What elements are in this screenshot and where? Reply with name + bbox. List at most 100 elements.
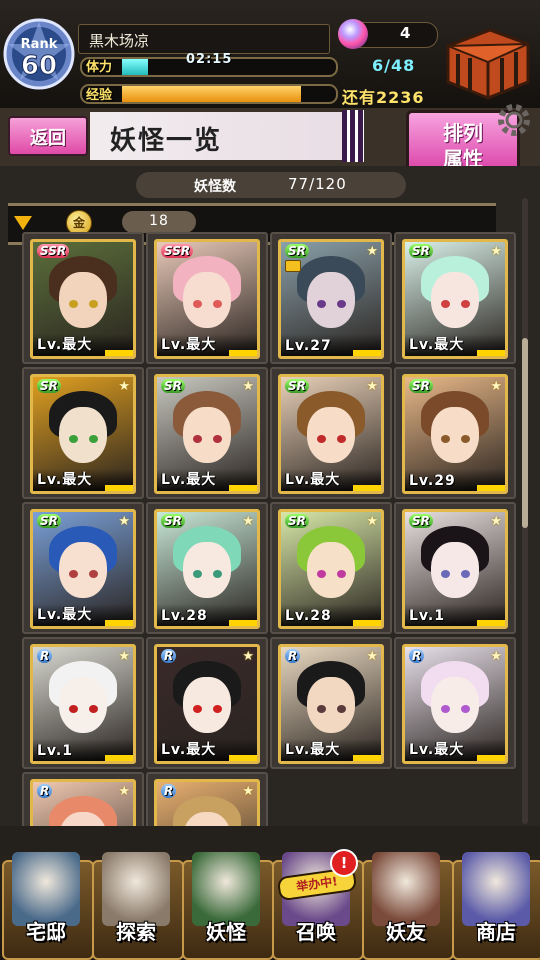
yokai-card-slot[interactable]: SR ★ Lv.27 [270, 232, 392, 364]
rarity-badge: SR [37, 514, 61, 528]
portrait-eye [337, 705, 346, 713]
level-accent [477, 485, 505, 491]
portrait-eye [69, 300, 78, 308]
player-name-box: 黒木场凉 [78, 24, 330, 54]
yokai-card-slot[interactable]: R ★ Lv.最大 [394, 637, 516, 769]
shop-orb-icon [462, 852, 530, 926]
level-label: Lv.最大 [37, 472, 93, 488]
level-accent [105, 620, 133, 626]
level-strip: Lv.1 [405, 604, 505, 626]
yokai-card-slot[interactable]: R ★ Lv.1 [22, 637, 144, 769]
portrait-eye [213, 435, 222, 443]
portrait-eye [317, 300, 326, 308]
yokai-card-slot[interactable]: SR ★ Lv.最大 [270, 367, 392, 499]
exp-fill [122, 86, 301, 102]
level-label: Lv.27 [285, 338, 332, 354]
yokai-card-slot[interactable]: R ★ Lv.最大 [146, 637, 268, 769]
stamina-timer: 02:15 [186, 52, 233, 67]
yokai-card[interactable]: SR ★ Lv.最大 [154, 374, 260, 494]
yokai-card[interactable]: SSR Lv.最大 [30, 239, 136, 359]
rarity-badge: SR [285, 379, 309, 393]
yokai-card-slot[interactable]: SR ★ Lv.28 [146, 502, 268, 634]
yokai-card-slot[interactable]: SR ★ Lv.29 [394, 367, 516, 499]
magnifier-icon [102, 852, 170, 926]
level-accent [477, 620, 505, 626]
portrait-eye [69, 435, 78, 443]
yokai-card[interactable]: SSR Lv.最大 [154, 239, 260, 359]
scrollbar-thumb[interactable] [522, 338, 528, 528]
yokai-card[interactable]: R ★ Lv.最大 [278, 644, 384, 764]
portrait-eye [337, 435, 346, 443]
nav-label: 探索 [116, 920, 156, 944]
nav-yokai-scroll[interactable]: 妖怪 [182, 852, 274, 960]
level-accent [353, 620, 381, 626]
portrait-face [431, 677, 479, 733]
level-accent [229, 620, 257, 626]
player-name: 黒木场凉 [89, 32, 150, 50]
dropdown-arrow-icon[interactable] [14, 216, 32, 230]
yokai-card-slot[interactable]: SSR Lv.最大 [22, 232, 144, 364]
rarity-badge: SR [409, 244, 433, 258]
rarity-badge: R [409, 649, 425, 663]
level-label: Lv.最大 [409, 742, 465, 758]
level-strip: Lv.最大 [33, 604, 133, 626]
portrait-eye [69, 570, 78, 578]
nav-magnifier[interactable]: 探索 [92, 852, 184, 960]
portrait-eye [213, 705, 222, 713]
alert-icon: ! [330, 849, 358, 877]
yokai-card[interactable]: R ★ Lv.最大 [402, 644, 508, 764]
rank-badge[interactable]: Rank 60 [2, 12, 76, 94]
yokai-card[interactable]: R ★ Lv.最大 [154, 644, 260, 764]
yokai-card-slot[interactable]: SR ★ Lv.28 [270, 502, 392, 634]
level-accent [353, 350, 381, 356]
star-icon: ★ [490, 379, 502, 394]
yokai-card[interactable]: SR ★ Lv.最大 [278, 374, 384, 494]
yokai-card-slot[interactable]: R ★ Lv.最大 [270, 637, 392, 769]
nav-label: 召唤 [296, 920, 336, 944]
yokai-card[interactable]: SR ★ Lv.最大 [30, 509, 136, 629]
yokai-card-slot[interactable]: SSR Lv.最大 [146, 232, 268, 364]
level-label: Lv.最大 [37, 337, 93, 353]
yokai-count-value: 77/120 [288, 175, 347, 193]
yokai-card[interactable]: SR ★ Lv.28 [154, 509, 260, 629]
portrait-eye [337, 300, 346, 308]
yokai-card[interactable]: SR ★ Lv.28 [278, 509, 384, 629]
level-strip: Lv.1 [33, 739, 133, 761]
portrait-eye [317, 435, 326, 443]
rarity-badge: SSR [37, 244, 70, 258]
yokai-card-slot[interactable]: SR ★ Lv.1 [394, 502, 516, 634]
portrait-face [431, 407, 479, 463]
yokai-card-slot[interactable]: SR ★ Lv.最大 [146, 367, 268, 499]
stamina-fill [122, 59, 148, 75]
nav-friends[interactable]: 妖友 [362, 852, 454, 960]
yokai-card[interactable]: SR ★ Lv.最大 [30, 374, 136, 494]
yokai-card-slot[interactable]: SR ★ Lv.最大 [22, 367, 144, 499]
treasure-chest-icon[interactable] [440, 24, 532, 102]
yokai-card-slot[interactable]: SR ★ Lv.最大 [22, 502, 144, 634]
yokai-card[interactable]: SR ★ Lv.27 [278, 239, 384, 359]
yokai-card-slot[interactable]: SR ★ Lv.最大 [394, 232, 516, 364]
nav-mansion[interactable]: 宅邸 [2, 852, 94, 960]
back-button[interactable]: 返回 [8, 116, 88, 156]
yokai-card[interactable]: SR ★ Lv.1 [402, 509, 508, 629]
portrait-eye [337, 570, 346, 578]
yokai-card[interactable]: SR ★ Lv.最大 [402, 239, 508, 359]
yokai-card[interactable]: SR ★ Lv.29 [402, 374, 508, 494]
yokai-count-bar: 妖怪数 77/120 [136, 172, 406, 198]
portrait-eye [213, 300, 222, 308]
portrait-eye [441, 570, 450, 578]
level-accent [105, 755, 133, 761]
star-icon: ★ [366, 379, 378, 394]
star-icon: ★ [366, 514, 378, 529]
yokai-card[interactable]: R ★ Lv.1 [30, 644, 136, 764]
nav-shop-orb[interactable]: 商店 [452, 852, 540, 960]
title-ornament [342, 110, 364, 162]
nav-label: 妖友 [386, 920, 426, 944]
friends-icon [372, 852, 440, 926]
mansion-icon [12, 852, 80, 926]
exp-label: 经验 [86, 88, 113, 103]
level-accent [477, 350, 505, 356]
rarity-badge: R [161, 784, 177, 798]
level-strip: Lv.最大 [157, 469, 257, 491]
portrait-eye [193, 570, 202, 578]
